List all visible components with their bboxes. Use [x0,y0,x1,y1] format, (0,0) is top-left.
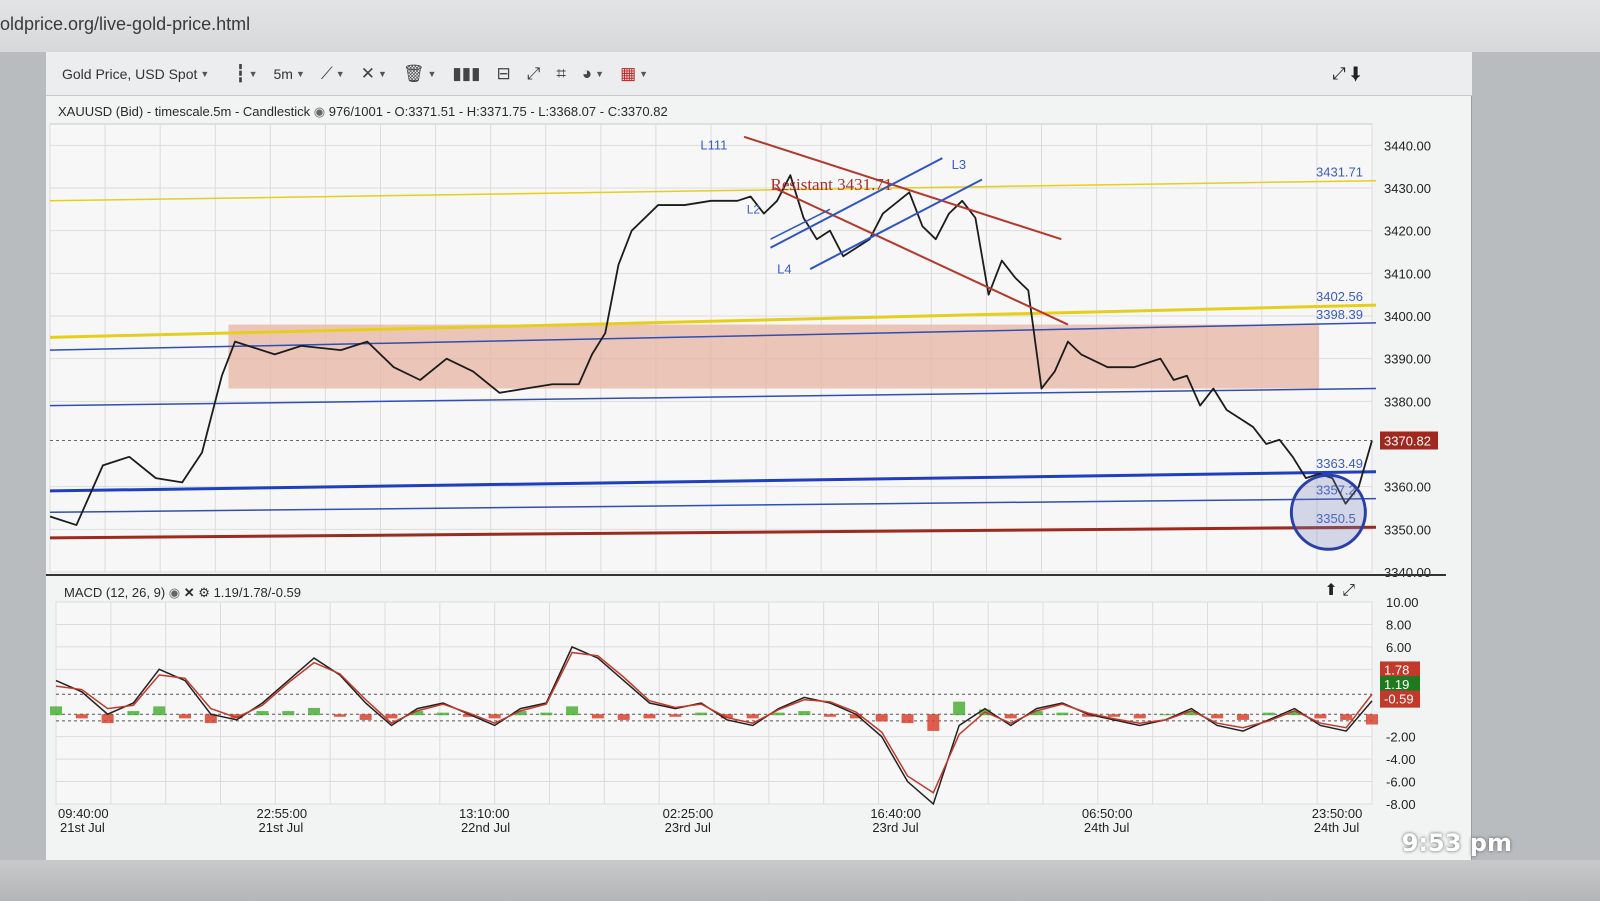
macd-histogram-bar [798,711,811,716]
macd-y-tick-label: -8.00 [1386,797,1416,812]
macd-histogram-bar [1004,714,1017,719]
x-tick-time: 16:40:00 [870,806,921,821]
macd-histogram-bar [1133,714,1146,719]
y-tick-label: 3360.00 [1384,480,1431,495]
level-label: 3402.56 [1316,289,1363,304]
macd-histogram-bar [772,712,785,716]
support-resistance-zone [228,324,1320,389]
macd-histogram-bar [282,711,295,716]
macd-value-label: 1.19 [1384,677,1409,692]
macd-histogram-bar [308,707,321,716]
macd-histogram-bar [643,714,656,719]
macd-histogram-bar [824,714,837,717]
macd-histogram-bar [75,714,88,719]
x-tick-time: 09:40:00 [58,806,109,821]
y-tick-label: 3350.00 [1384,522,1431,537]
macd-histogram-bar [901,714,914,724]
y-tick-label: 3430.00 [1384,181,1431,196]
macd-histogram-bar [50,706,62,716]
x-tick-date: 24th Jul [1084,820,1130,835]
macd-histogram-bar [385,714,398,719]
macd-histogram-bar [617,714,630,720]
macd-y-tick-label: -6.00 [1386,775,1416,790]
macd-histogram-bar [333,714,346,717]
status-time: 9:53 pm [1401,829,1512,857]
annotation-l2: L2 [747,203,761,217]
browser-address-bar: oldprice.org/live-gold-price.html [0,0,1600,52]
macd-y-tick-label: 6.00 [1386,640,1411,655]
chart-canvas[interactable]: 3440.00 3430.00 3420.00 3410.00 3400.00 3390.… [46,52,1472,860]
annotation-l4: L4 [777,261,791,276]
macd-histogram-bar [1314,714,1327,719]
macd-histogram-bar [1236,714,1249,720]
macd-histogram-bar [101,714,114,724]
desk-surface [0,860,1600,901]
macd-value-label: 1.78 [1384,662,1409,677]
x-tick-date: 23rd Jul [665,820,711,835]
chart-window: Gold Price, USD Spot ▼ ┇ ▼ 5m ▼ ⟋ ▼ ✕ ▼ … [46,52,1472,860]
macd-histogram-bar [179,714,192,719]
macd-histogram-bar [153,706,166,716]
macd-histogram-bar [1262,712,1275,716]
x-tick-date: 21st Jul [259,820,304,835]
level-label: 3398.39 [1316,307,1363,322]
annotation-l111: L111 [700,138,727,153]
macd-histogram-bar [1159,714,1172,716]
macd-histogram-bar [1366,714,1378,725]
x-tick-date: 21st Jul [60,820,105,835]
macd-histogram-bar [1056,712,1069,716]
macd-histogram-bar [695,712,708,716]
x-tick-time: 06:50:00 [1082,806,1133,821]
y-tick-label: 3420.00 [1384,224,1431,239]
x-tick-date: 22nd Jul [461,820,510,835]
x-tick-date: 24th Jul [1314,820,1360,835]
macd-histogram-bar [591,714,604,719]
macd-y-tick-label: 10.00 [1386,595,1419,610]
macd-histogram-bar [256,711,269,716]
y-tick-label: 3390.00 [1384,352,1431,367]
current-price-label: 3370.82 [1384,434,1431,449]
macd-histogram-bar [566,706,579,716]
macd-y-tick-label: -4.00 [1386,752,1416,767]
macd-y-tick-label: 8.00 [1386,617,1411,632]
macd-histogram-bar [669,714,682,717]
x-tick-time: 22:55:00 [257,806,308,821]
x-tick-time: 13:10:00 [459,806,510,821]
x-tick-date: 23rd Jul [872,820,918,835]
y-tick-label: 3340.00 [1384,565,1431,580]
macd-histogram-bar [746,714,759,719]
macd-histogram-bar [127,711,140,716]
y-tick-label: 3380.00 [1384,394,1431,409]
macd-histogram-bar [1211,714,1224,719]
macd-histogram-bar [953,701,966,716]
macd-y-tick-label: -2.00 [1386,730,1416,745]
y-tick-label: 3410.00 [1384,266,1431,281]
macd-histogram-bar [437,712,450,716]
x-tick-time: 02:25:00 [663,806,714,821]
macd-histogram-bar [359,714,372,720]
macd-histogram-bar [875,714,888,722]
macd-histogram-bar [540,712,553,716]
macd-histogram-bar [1107,714,1120,717]
macd-histogram-bar [488,714,501,719]
x-tick-time: 23:50:00 [1312,806,1363,821]
url-text[interactable]: oldprice.org/live-gold-price.html [0,14,250,35]
annotation-l3: L3 [952,157,966,172]
level-label: 3363.49 [1316,456,1363,471]
level-label: 3431.71 [1316,165,1363,180]
y-tick-label: 3440.00 [1384,138,1431,153]
highlight-circle [1289,473,1367,551]
macd-histogram-bar [1340,714,1353,720]
y-tick-label: 3400.00 [1384,309,1431,324]
macd-histogram-bar [927,714,940,731]
macd-value-label: -0.59 [1384,692,1414,707]
annotation-resistant: Resistant 3431.71 [770,175,892,194]
